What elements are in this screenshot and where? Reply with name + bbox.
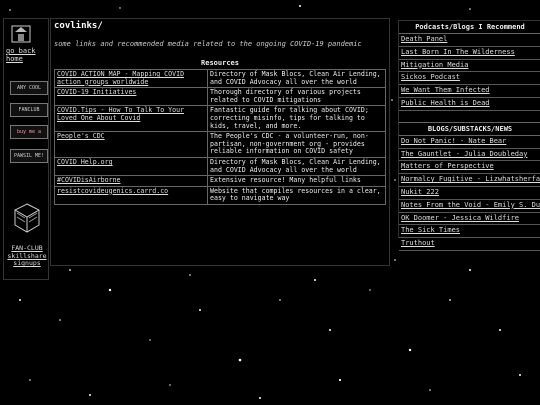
resources-table: Resources COVID ACTION MAP - Mapping COV… xyxy=(54,57,386,205)
blog-link[interactable]: Nukit 222 xyxy=(399,187,540,200)
podcast-link[interactable]: Last Born In The Wilderness xyxy=(399,47,540,60)
cool-stuff-badge[interactable]: ANY COOL STUFF xyxy=(10,81,48,95)
blog-link[interactable]: The Gauntlet - Julia Doubleday xyxy=(399,149,540,162)
podcasts-header: Podcasts/Blogs I Recommend xyxy=(399,21,540,34)
resource-row: COVID Help.org Directory of Mask Blocs, C… xyxy=(54,156,386,177)
resource-link[interactable]: resistcovideugenics.carrd.co xyxy=(57,187,168,195)
podcast-link[interactable]: Sickos Podcast xyxy=(399,72,540,86)
page-title: covlinks/ xyxy=(54,21,103,31)
resource-link-cell: #COVIDisAirborne xyxy=(54,175,208,187)
email-badge[interactable]: PAWSIL ME! xyxy=(10,149,48,163)
resource-link[interactable]: People's CDC xyxy=(57,132,105,140)
resource-description: Directory of Mask Blocs, Clean Air Lendi… xyxy=(207,156,386,177)
resource-link[interactable]: COVID.Tips - How To Talk To Your Loved O… xyxy=(57,106,184,122)
house-icon[interactable] xyxy=(10,22,32,44)
fanclub-badge[interactable]: FANCLUB xyxy=(10,103,48,117)
resource-row: #COVIDisAirborne Extensive resource! Many… xyxy=(54,175,386,187)
blog-link[interactable]: Normalcy Fugitive - Lizwhatsherface xyxy=(399,174,540,187)
resource-row: COVID.Tips - How To Talk To Your Loved O… xyxy=(54,105,386,133)
podcast-link[interactable]: Mitigation Media xyxy=(399,60,540,73)
resource-description: Website that compiles resources in a cle… xyxy=(207,185,386,205)
go-back-home-link[interactable]: go back home xyxy=(6,47,46,63)
blog-link[interactable]: Do Not Panic! - Nate Bear xyxy=(399,136,540,149)
podcast-link[interactable]: We Want Them Infected xyxy=(399,85,540,98)
resource-description: Thorough directory of various projects r… xyxy=(207,87,386,107)
resource-link-cell: People's CDC xyxy=(54,131,208,158)
sidebar: go back home ANY COOL STUFF FANCLUB buy … xyxy=(3,18,49,280)
main-content: covlinks/ some links and recommended med… xyxy=(50,18,390,266)
podcast-link[interactable]: Public Health is Dead xyxy=(399,98,540,111)
resource-link-cell: COVID ACTION MAP - Mapping COVID action … xyxy=(54,68,208,89)
blog-link[interactable]: Matters of Perspective xyxy=(399,161,540,175)
resource-row: COVID ACTION MAP - Mapping COVID action … xyxy=(54,68,386,89)
resource-link-cell: COVID Help.org xyxy=(54,156,208,177)
resources-header: Resources xyxy=(201,59,239,67)
blogs-header: BLOGS/SUBSTACKS/NEWS xyxy=(399,121,540,136)
podcasts-list: Death Panel Last Born In The Wilderness Mi… xyxy=(399,34,540,111)
resource-description: The People's CDC - a volunteer-run, non-… xyxy=(207,131,386,158)
resource-link[interactable]: COVID-19 Initiatives xyxy=(57,88,136,96)
blog-link[interactable]: The Sick Times xyxy=(399,225,540,239)
fanclub-signups-link[interactable]: FAN-CLUB skillshare signups xyxy=(6,244,48,268)
cube-icon[interactable] xyxy=(14,203,40,233)
blog-link[interactable]: OK Doomer - Jessica Wildfire xyxy=(399,213,540,226)
resource-link[interactable]: COVID Help.org xyxy=(57,158,113,166)
resource-row: People's CDC The People's CDC - a volunte… xyxy=(54,131,386,158)
resource-description: Directory of Mask Blocs, Clean Air Lendi… xyxy=(207,68,386,89)
ko-fi-badge[interactable]: buy me a ko-fi xyxy=(10,125,48,139)
podcast-link[interactable]: Death Panel xyxy=(399,34,540,47)
resource-link-cell: COVID.Tips - How To Talk To Your Loved O… xyxy=(54,105,208,133)
resource-row: COVID-19 Initiatives Thorough directory o… xyxy=(54,87,386,107)
resource-description: Extensive resource! Many helpful links xyxy=(207,175,386,187)
resource-link-cell: resistcovideugenics.carrd.co xyxy=(54,185,208,205)
resource-description: Fantastic guide for talking about COVID;… xyxy=(207,105,386,133)
blogs-list: Do Not Panic! - Nate Bear The Gauntlet - … xyxy=(399,136,540,251)
resource-link-cell: COVID-19 Initiatives xyxy=(54,87,208,107)
resource-link[interactable]: #COVIDisAirborne xyxy=(57,176,121,184)
recommendations-panel: Podcasts/Blogs I Recommend Death Panel La… xyxy=(398,20,540,251)
resource-row: resistcovideugenics.carrd.co Website that… xyxy=(54,185,386,205)
blog-link[interactable]: Notes From the Void - Emily S. Dunn xyxy=(399,200,540,213)
blog-link[interactable]: Truthout xyxy=(399,238,540,251)
page-subtitle: some links and recommended media related… xyxy=(54,40,362,48)
resource-link[interactable]: COVID ACTION MAP - Mapping COVID action … xyxy=(57,70,184,86)
